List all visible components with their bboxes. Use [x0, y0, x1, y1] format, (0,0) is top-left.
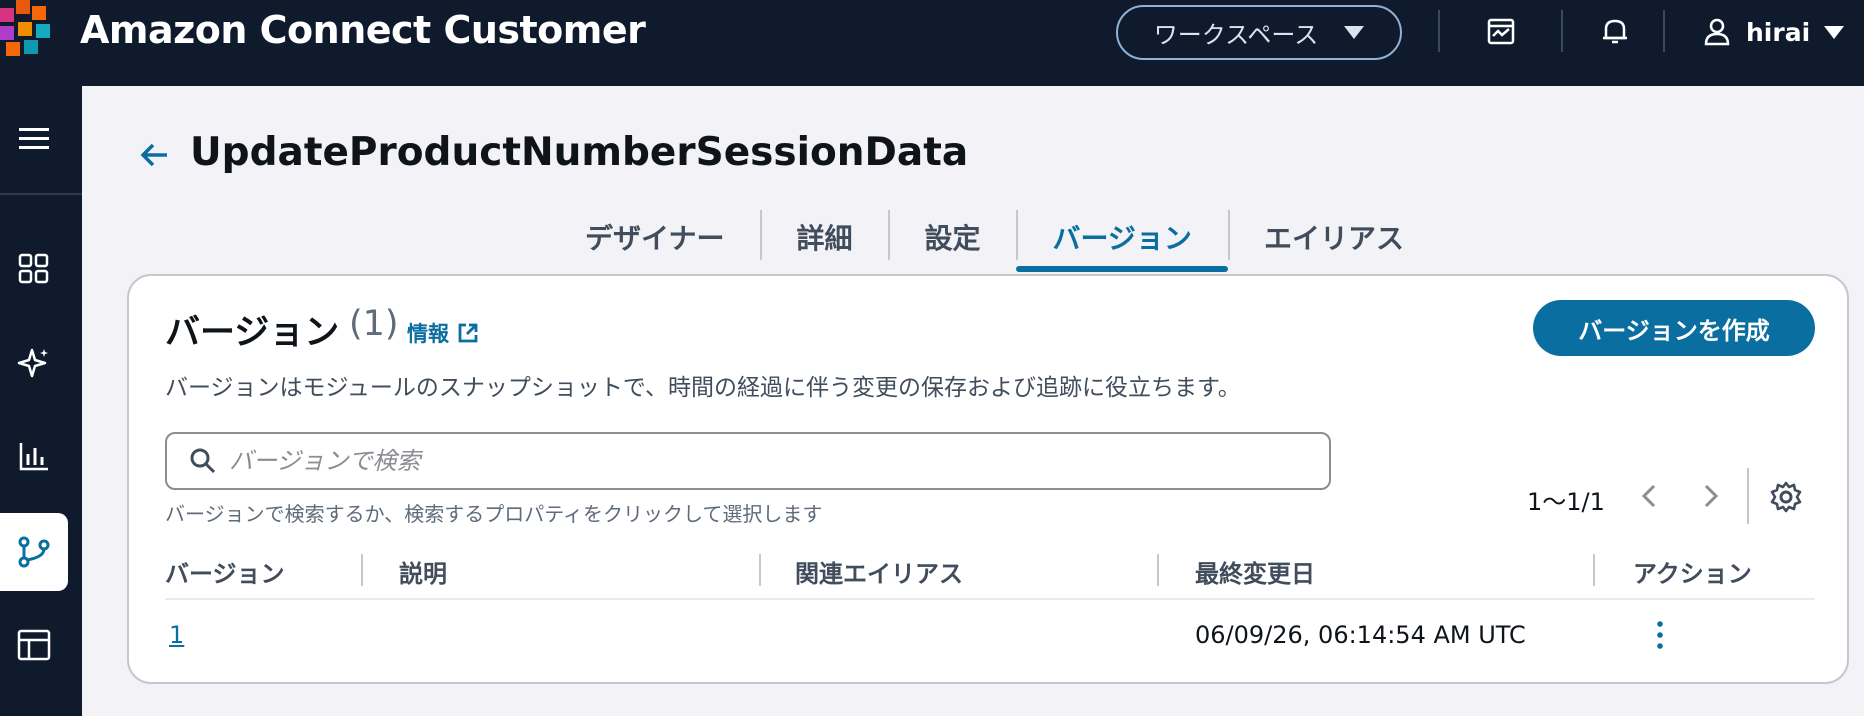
pagination-range: 1〜1/1 [1527, 488, 1605, 516]
tab-versions[interactable]: バージョン [1016, 206, 1229, 272]
version-search-box[interactable] [165, 432, 1331, 490]
search-input[interactable] [229, 447, 1309, 475]
workspace-label: ワークスペース [1153, 21, 1319, 49]
back-arrow-icon[interactable] [138, 138, 172, 172]
gear-icon[interactable] [1769, 480, 1803, 514]
sidebar-item-dashboard[interactable] [0, 230, 68, 308]
chevron-right-icon [1704, 484, 1719, 508]
column-header-description[interactable]: 説明 [399, 546, 447, 596]
version-link[interactable]: 1 [169, 602, 184, 668]
topbar-divider [1561, 10, 1563, 52]
column-header-actions: アクション [1633, 559, 1752, 588]
external-link-icon [458, 323, 478, 343]
workspace-dropdown-button[interactable]: ワークスペース [1116, 5, 1402, 60]
caret-down-icon [1344, 26, 1365, 39]
menu-icon [19, 128, 49, 149]
dashboard-icon [18, 253, 49, 284]
versions-title: バージョン [165, 313, 340, 353]
more-actions-icon[interactable] [1645, 620, 1675, 650]
tab-bar: デザイナー 詳細 設定 バージョン エイリアス [549, 206, 1440, 276]
topbar-divider [1663, 10, 1665, 52]
layout-icon [17, 629, 51, 661]
calendar-activity-icon[interactable] [1486, 16, 1516, 46]
amazon-connect-logo-icon [0, 0, 50, 56]
user-icon [1704, 18, 1730, 46]
top-navigation-bar: Amazon Connect Customer ワークスペース hirai [0, 0, 1864, 86]
sidebar-menu-toggle[interactable] [0, 100, 68, 178]
left-sidebar [0, 86, 82, 716]
flow-icon [18, 536, 50, 568]
pagination-divider [1747, 468, 1749, 524]
table-header: バージョン 説明 関連エイリアス 最終変更日 アクション [165, 546, 1815, 600]
user-name: hirai [1746, 17, 1811, 47]
sidebar-item-analytics[interactable] [0, 417, 68, 495]
column-header-aliases[interactable]: 関連エイリアス [795, 546, 963, 596]
column-resizer[interactable] [361, 554, 363, 586]
create-version-button[interactable]: バージョンを作成 [1533, 300, 1815, 356]
sidebar-item-flows[interactable] [0, 513, 68, 591]
versions-panel: バージョン (1) 情報 バージョンを作成 バージョンはモジュールのスナップショ… [127, 274, 1849, 684]
user-menu-button[interactable]: hirai [1702, 12, 1845, 52]
caret-down-icon [1824, 25, 1845, 39]
sparkle-icon [17, 348, 48, 378]
tab-designer[interactable]: デザイナー [549, 206, 760, 268]
tab-settings[interactable]: 設定 [888, 206, 1016, 268]
tab-aliases[interactable]: エイリアス [1227, 206, 1440, 268]
sidebar-divider [0, 193, 82, 195]
tab-details[interactable]: 詳細 [760, 206, 888, 268]
versions-count: (1) [349, 304, 399, 344]
chevron-left-icon [1641, 484, 1656, 508]
analytics-icon [19, 443, 48, 471]
page-title: UpdateProductNumberSessionData [190, 130, 969, 175]
app-title: Amazon Connect Customer [80, 8, 646, 52]
column-header-version[interactable]: バージョン [165, 546, 285, 596]
column-resizer[interactable] [1593, 554, 1595, 586]
info-link-label: 情報 [407, 322, 449, 346]
search-icon [190, 448, 216, 474]
info-link[interactable]: 情報 [407, 318, 479, 348]
sidebar-item-ai[interactable] [0, 324, 68, 402]
topbar-divider [1438, 10, 1440, 52]
previous-page-button[interactable] [1631, 478, 1667, 514]
column-resizer[interactable] [759, 554, 761, 586]
column-header-last-modified[interactable]: 最終変更日 [1195, 546, 1315, 596]
next-page-button[interactable] [1693, 478, 1729, 514]
column-resizer[interactable] [1157, 554, 1159, 586]
search-hint: バージョンで検索するか、検索するプロパティをクリックして選択します [165, 502, 823, 526]
versions-description: バージョンはモジュールのスナップショットで、時間の経過に伴う変更の保存および追跡… [165, 375, 1241, 401]
table-row: 1 06/09/26, 06:14:54 AM UTC [165, 602, 1815, 672]
notifications-bell-icon[interactable] [1600, 16, 1630, 46]
sidebar-item-layouts[interactable] [0, 606, 68, 684]
last-modified-cell: 06/09/26, 06:14:54 AM UTC [1195, 621, 1526, 649]
